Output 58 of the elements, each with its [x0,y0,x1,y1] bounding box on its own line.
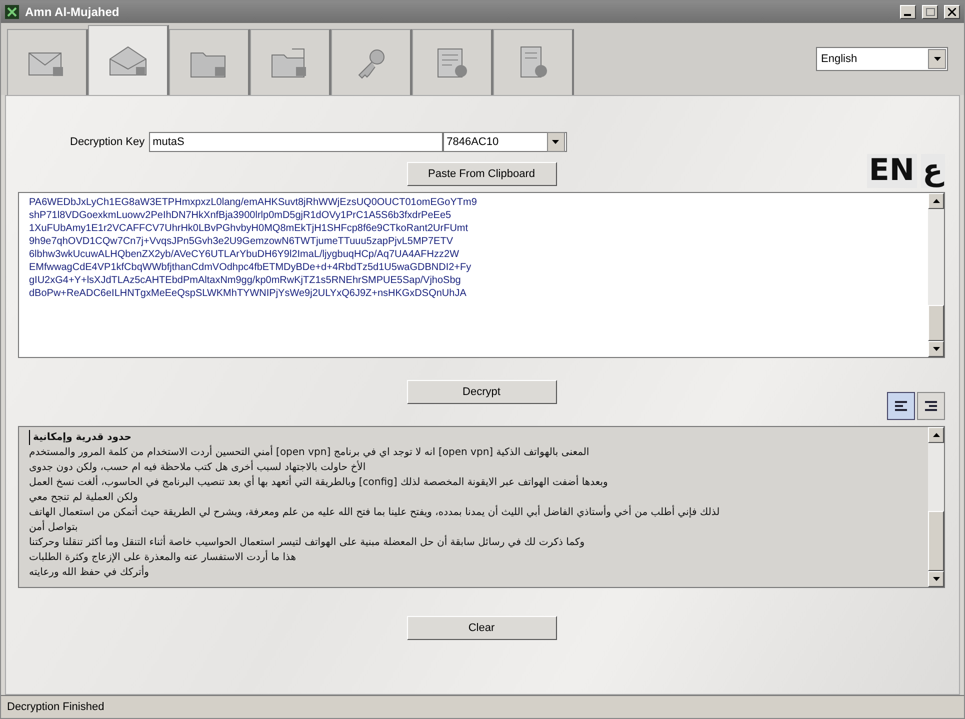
field-label: Decryption Key [70,136,145,148]
up-arrow-icon [932,433,940,437]
message-line: هذا ما أردت الاستفسار عنه والمعذرة على الإزعاج وكثرة الطلبات [29,550,298,565]
ciphertext-line: EMfwwagCdE4VP1kfCbqWWbfjthanCdmVOdhpc4fbETMDyBDe+d+4RbdTz5d1U5waGDBNDI2+Fy [29,261,472,274]
message-line: لذلك فإني أطلب من أخي وأستاذي الفاضل أبي الليث أن يمدنا بمدده، ويفتح علينا بما فتح الله عليه من علم ومعرفة، ويشرح لي الطريقة حيث أتمكن من استعمال الهاتف [29,505,721,520]
ciphertext-line: 1XuFUbAmy1E1r2VCAFFCV7UhrHk0LBvPGhvbyH0MQ8mEkTjH1SHFcp8f6e9CTkoRant2UrFUmt [29,222,470,235]
down-arrow-icon [932,577,940,581]
app-icon [5,5,19,19]
key-code-dropdown[interactable]: 7846AC10 [442,132,567,152]
ciphertext-line: 6lbhw3wkUcuwALHQbenZX2yb/AVeCY6UTLArYbuDH6Y9l2ImaL/ljygbuqHCp/Aq7UA4AFHzz2W [29,248,460,261]
status-text: Decryption Finished [7,701,104,713]
message-line: الأخ حاولت بالاجتهاد لسبب أخرى هل كتب ملاحظة فيه ام حسب، ولكن دون جدوى [29,460,367,475]
message-line: وأتركك في حفظ الله ورعايته [29,565,150,580]
paste-button[interactable]: Paste From Clipboard [406,162,556,186]
tab[interactable] [169,29,250,95]
up-arrow-icon [932,199,940,203]
message-box[interactable] [18,426,945,588]
message-line: وكما ذكرت لك في رسائل سابقة أن حل المعضلة مبنية على الهواتف لتيسر استعمال الحواسيب خاصة أثناء التنقل وما أكثر تنقلنا وحركتنا [29,535,586,550]
ciphertext-line: shP71l8VDGoexkmLuowv2PeIhDN7HkXnfBja3900lrlp0mD5gjR1dOVy1PrC1A5S6b3fxdrPeEe5 [29,209,452,222]
ciphertext-line: 9h9e7qhOVD1CQw7Cn7j+VvqsJPn5Gvh3e2U9GemzowN6TWTjumeTTuuu5zapPjvL5MP7ETV [29,235,454,248]
message-heading: حدود قدرية وإمكانية [29,430,132,445]
scrollbar-thumb[interactable] [928,305,944,341]
down-arrow-icon [932,347,940,351]
maximize-button[interactable] [922,5,938,19]
decrypt-button[interactable]: Decrypt [406,380,556,404]
ciphertext-line: gIU2xG4+Y+lsXJdTLAz5cAHTEbdPmAltaxNm9gg/kp0mRwKjTZ1s5RNEhrSMPUE5Sap/VjhoSbg [29,274,462,287]
close-icon [948,8,956,16]
tab[interactable] [7,29,88,95]
ciphertext-line: dBoPw+ReADC6eILHNTgxMeEeQspSLWKMhTYWNIPjYsWe9j2ULYxQ6J9Z+nsHKGxDSQnUhJA [29,287,468,300]
english-badge: EN [866,154,916,188]
maximize-icon [926,8,934,16]
tab[interactable] [250,29,331,95]
ciphertext-line: PA6WEDbJxLyCh1EG8aW3ETPHmxpxzL0lang/emAHKSuvt8jRhWWjEzsUQ0OUCT01omEGoYTm9 [29,196,478,209]
down-arrow-icon [552,140,560,144]
align-button[interactable] [887,392,915,420]
ciphertext-box[interactable] [18,192,945,358]
window-title: Amn Al-Mujahed [25,5,120,19]
message-line: ولكن العملية لم تنجح معي [29,491,139,505]
message-line: بتواصل أمن [29,520,79,535]
align-button[interactable] [917,392,945,420]
arabic-badge: ع [920,154,945,188]
tab[interactable] [331,29,412,95]
message-line: المعنى بالهواتف الذكية [open vpn] انه لا توجد اي في برنامج [open vpn] أمني التحسين أردت الاستخدام من كلمة المرور والمستخدم [29,445,590,460]
scrollbar-thumb[interactable] [928,511,944,571]
tab[interactable] [412,29,493,95]
align-right-icon [922,398,940,414]
close-button[interactable] [944,5,960,19]
tab[interactable] [88,25,169,95]
down-arrow-icon [934,57,940,61]
scrollbar[interactable] [928,427,944,587]
scrollbar[interactable] [928,193,944,357]
minimize-button[interactable] [900,5,916,19]
clear-button[interactable]: Clear [406,616,556,640]
align-left-icon [892,398,910,414]
message-line: وبعدها أضفت الهواتف عبر الايقونة المخصصة لذلك [config] وبالطريقة التي أتعهد بها أي بعد تنصيب البرنامج في الحاسوب، ألغت نسخ العمل [29,475,609,490]
key-field[interactable]: mutaS [148,132,443,152]
tab[interactable] [493,29,574,95]
language-dropdown[interactable]: English [816,47,948,71]
